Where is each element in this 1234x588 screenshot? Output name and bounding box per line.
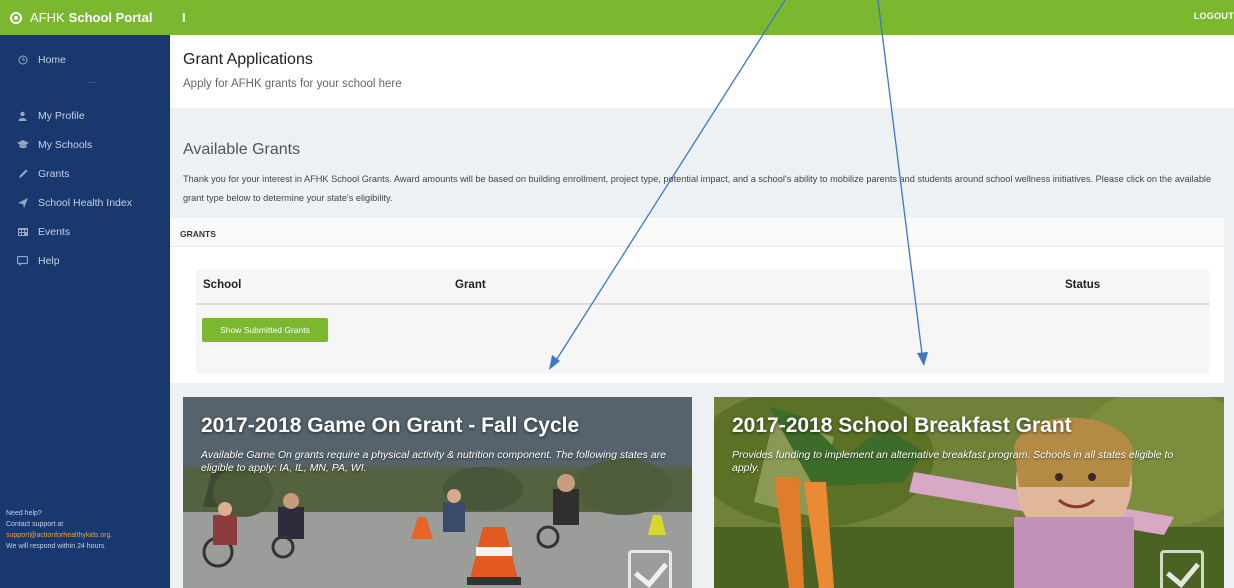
section-description: Thank you for your interest in AFHK Scho… xyxy=(183,174,1212,203)
help-line: Contact support at xyxy=(6,521,64,528)
page-header: Grant Applications Apply for AFHK grants… xyxy=(170,35,1234,108)
sidebar-item-label: School Health Index xyxy=(38,196,132,209)
column-header-status: Status xyxy=(1065,279,1101,291)
sidebar-divider xyxy=(87,82,97,83)
page-subtitle: Apply for AFHK grants for your school he… xyxy=(183,78,402,90)
section-title: Available Grants xyxy=(183,141,301,158)
top-navbar: AFHK School Portal I LOGOUT xyxy=(0,0,1234,35)
sidebar-item-label: Grants xyxy=(38,167,70,180)
table-divider xyxy=(196,303,1210,305)
logo-icon xyxy=(10,11,22,24)
check-square-icon xyxy=(1160,550,1204,588)
sidebar-item-label: My Profile xyxy=(38,109,85,122)
column-header-grant: Grant xyxy=(455,279,486,291)
sidebar-item-label: Home xyxy=(38,53,67,66)
brand-name: School Portal xyxy=(68,10,153,25)
user-icon xyxy=(16,110,29,121)
help-line: Need help? xyxy=(6,510,42,517)
help-line: We will respond within 24 hours. xyxy=(6,543,107,550)
send-icon xyxy=(16,197,29,208)
logout-link[interactable]: LOGOUT xyxy=(1194,11,1234,21)
calendar-icon xyxy=(16,226,29,237)
grant-card-school-breakfast[interactable]: 2017-2018 School Breakfast Grant Provide… xyxy=(714,397,1224,588)
grant-card-title: 2017-2018 Game On Grant - Fall Cycle xyxy=(201,414,580,437)
support-email-link[interactable]: support@actionforhealthykids.org. xyxy=(6,530,112,541)
grant-card-title: 2017-2018 School Breakfast Grant xyxy=(732,414,1072,437)
sidebar-item-events[interactable]: Events xyxy=(0,217,170,246)
grant-card-description: Available Game On grants require a physi… xyxy=(201,449,666,474)
grants-panel: GRANTS School Grant Status Show Submitte… xyxy=(170,218,1224,383)
sidebar-item-home[interactable]: Home xyxy=(0,45,170,74)
menu-toggle-button[interactable]: I xyxy=(182,10,202,25)
grants-panel-heading: GRANTS xyxy=(170,218,1224,247)
clock-icon xyxy=(16,54,29,65)
sidebar-item-school-health-index[interactable]: School Health Index xyxy=(0,188,170,217)
sidebar: Home My Profile My Schools Grants School… xyxy=(0,35,170,588)
grant-card-game-on[interactable]: 2017-2018 Game On Grant - Fall Cycle Ava… xyxy=(183,397,692,588)
check-square-icon xyxy=(628,550,672,588)
page-title: Grant Applications xyxy=(183,51,313,68)
sidebar-item-label: Help xyxy=(38,254,60,267)
sidebar-item-grants[interactable]: Grants xyxy=(0,159,170,188)
pencil-icon xyxy=(16,168,29,179)
sidebar-item-my-schools[interactable]: My Schools xyxy=(0,130,170,159)
sidebar-item-label: Events xyxy=(38,225,71,238)
sidebar-item-help[interactable]: Help xyxy=(0,246,170,275)
help-contact-box: Need help? Contact support at support@ac… xyxy=(6,508,112,552)
brand-prefix: AFHK xyxy=(30,10,65,25)
show-submitted-grants-button[interactable]: Show Submitted Grants xyxy=(202,318,328,342)
grant-card-description: Provides funding to implement an alterna… xyxy=(732,449,1174,474)
sidebar-item-label: My Schools xyxy=(38,138,93,151)
grants-table: School Grant Status Show Submitted Grant… xyxy=(196,270,1210,374)
chat-icon xyxy=(16,255,29,266)
graduation-cap-icon xyxy=(16,139,29,150)
column-header-school: School xyxy=(203,279,242,291)
brand[interactable]: AFHK School Portal xyxy=(0,0,170,35)
sidebar-item-my-profile[interactable]: My Profile xyxy=(0,101,170,130)
